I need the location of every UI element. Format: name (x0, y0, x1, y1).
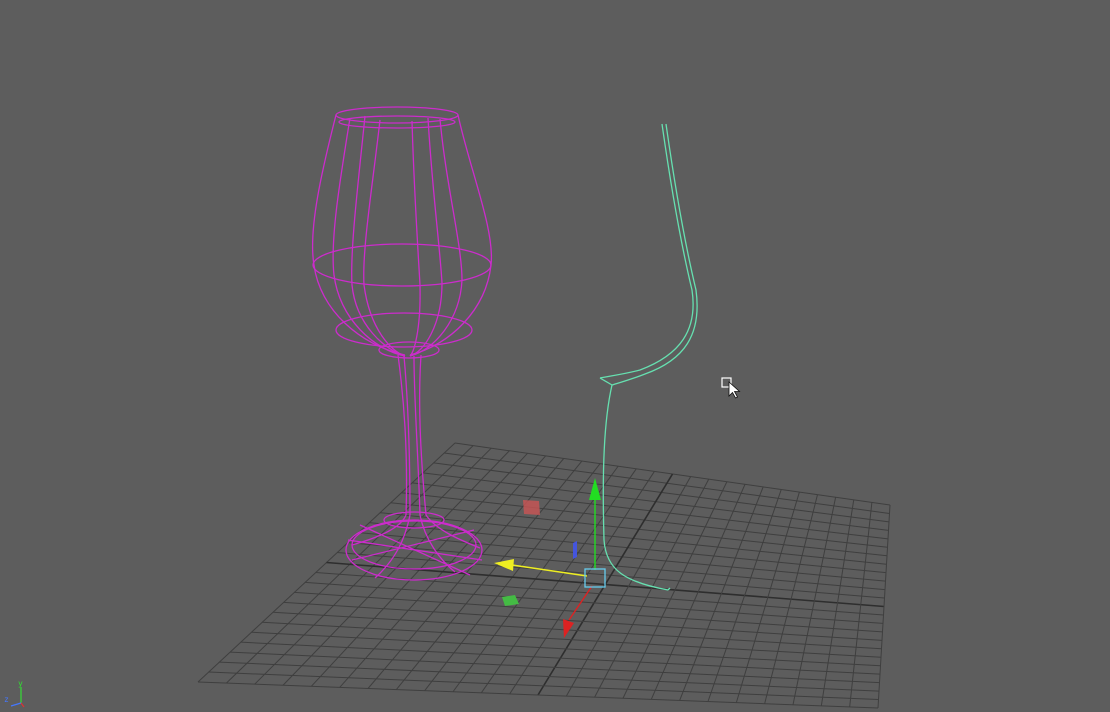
wire-meridian (332, 117, 406, 357)
3d-viewport[interactable]: z y (0, 0, 1110, 712)
wire-ring (338, 115, 456, 129)
wire-meridian (409, 120, 421, 357)
manip-plane-yz (573, 541, 577, 559)
wire-meridian (409, 114, 493, 356)
select-arrow-icon (721, 377, 741, 399)
curve-tip (599, 377, 613, 386)
view-axis-z-label: z (4, 695, 9, 704)
grid-line (315, 571, 884, 616)
view-axis-indicator: z y (4, 679, 25, 708)
wire-ring (312, 243, 492, 287)
scene-canvas[interactable]: z y (0, 0, 1110, 712)
grid-line (735, 491, 800, 703)
wire-meridian (351, 115, 406, 357)
manip-y-arrow (589, 478, 601, 500)
ground-grid (197, 442, 891, 709)
wire-meridian (311, 114, 406, 356)
grid-line (764, 494, 818, 704)
wine-glass-wireframe[interactable] (311, 106, 493, 581)
grid-line (230, 651, 880, 684)
move-manipulator[interactable] (494, 478, 606, 638)
grid-line (272, 611, 882, 650)
manip-x-axis (511, 564, 588, 577)
wire-stem (418, 354, 427, 516)
manip-plane-xz (502, 595, 519, 606)
wire-meridian (409, 117, 443, 357)
manip-z-arrow (563, 619, 574, 638)
wire-meridian (363, 119, 406, 357)
wire-stem (413, 355, 421, 516)
grid-line (305, 581, 884, 624)
curve-inner (602, 123, 698, 591)
grid-line (240, 641, 881, 675)
wire-stem (351, 514, 407, 546)
grid-line (294, 591, 883, 633)
grid-line (707, 489, 782, 702)
grid-line (820, 499, 855, 706)
view-axis-y-label: y (18, 679, 23, 688)
curve-outer (599, 123, 694, 379)
manip-plane-xy (523, 500, 540, 515)
